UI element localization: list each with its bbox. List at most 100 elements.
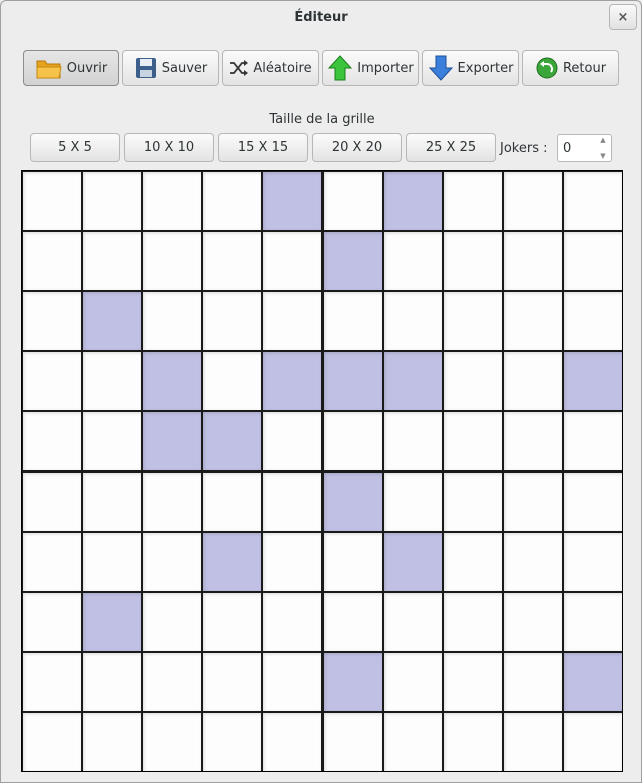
- grid-cell[interactable]: [203, 533, 261, 591]
- jokers-spinbutton[interactable]: 0 ▲ ▼: [557, 134, 612, 162]
- grid-cell[interactable]: [83, 292, 141, 350]
- grid-cell[interactable]: [203, 473, 261, 531]
- grid-cell[interactable]: [384, 533, 442, 591]
- grid-cell[interactable]: [384, 593, 442, 651]
- jokers-value[interactable]: 0: [563, 141, 571, 156]
- grid-cell[interactable]: [83, 172, 141, 230]
- grid-cell[interactable]: [143, 593, 201, 651]
- grid-cell[interactable]: [444, 473, 502, 531]
- grid-cell[interactable]: [203, 412, 261, 470]
- size-5x5-button[interactable]: 5 X 5: [30, 133, 120, 162]
- grid-cell[interactable]: [23, 473, 81, 531]
- grid-cell[interactable]: [263, 713, 321, 771]
- grid-cell[interactable]: [23, 172, 81, 230]
- save-button[interactable]: Sauver: [122, 50, 219, 86]
- export-button[interactable]: Exporter: [422, 50, 519, 86]
- grid-cell[interactable]: [504, 352, 562, 410]
- grid-cell[interactable]: [564, 533, 622, 591]
- grid-cell[interactable]: [143, 232, 201, 290]
- grid-cell[interactable]: [203, 292, 261, 350]
- grid-cell[interactable]: [83, 232, 141, 290]
- grid-cell[interactable]: [203, 352, 261, 410]
- grid-cell[interactable]: [444, 533, 502, 591]
- grid-cell[interactable]: [324, 473, 382, 531]
- grid-cell[interactable]: [324, 172, 382, 230]
- grid-cell[interactable]: [203, 232, 261, 290]
- grid-cell[interactable]: [23, 232, 81, 290]
- spin-down-icon[interactable]: ▼: [600, 152, 605, 160]
- grid-cell[interactable]: [564, 292, 622, 350]
- grid-cell[interactable]: [263, 533, 321, 591]
- grid-cell[interactable]: [263, 352, 321, 410]
- grid-cell[interactable]: [143, 653, 201, 711]
- grid-cell[interactable]: [324, 653, 382, 711]
- grid-cell[interactable]: [83, 533, 141, 591]
- grid-cell[interactable]: [384, 473, 442, 531]
- grid-cell[interactable]: [444, 412, 502, 470]
- grid-cell[interactable]: [143, 713, 201, 771]
- grid-cell[interactable]: [263, 473, 321, 531]
- close-button[interactable]: ×: [609, 4, 637, 30]
- grid-cell[interactable]: [564, 593, 622, 651]
- grid-cell[interactable]: [83, 593, 141, 651]
- size-20x20-button[interactable]: 20 X 20: [312, 133, 402, 162]
- grid-cell[interactable]: [504, 412, 562, 470]
- random-button[interactable]: Aléatoire: [222, 50, 319, 86]
- grid-cell[interactable]: [143, 412, 201, 470]
- grid-cell[interactable]: [504, 473, 562, 531]
- grid-cell[interactable]: [143, 473, 201, 531]
- grid-cell[interactable]: [504, 172, 562, 230]
- grid-cell[interactable]: [444, 292, 502, 350]
- grid-cell[interactable]: [203, 593, 261, 651]
- grid-cell[interactable]: [143, 172, 201, 230]
- grid-cell[interactable]: [324, 713, 382, 771]
- grid-cell[interactable]: [384, 412, 442, 470]
- grid-cell[interactable]: [504, 533, 562, 591]
- grid-cell[interactable]: [83, 653, 141, 711]
- grid-cell[interactable]: [263, 412, 321, 470]
- grid-cell[interactable]: [504, 593, 562, 651]
- grid-cell[interactable]: [444, 172, 502, 230]
- grid-cell[interactable]: [143, 352, 201, 410]
- grid-cell[interactable]: [23, 533, 81, 591]
- grid-cell[interactable]: [384, 292, 442, 350]
- grid-cell[interactable]: [564, 713, 622, 771]
- grid-cell[interactable]: [564, 473, 622, 531]
- grid-cell[interactable]: [203, 653, 261, 711]
- spin-up-icon[interactable]: ▲: [600, 136, 605, 144]
- grid-cell[interactable]: [564, 352, 622, 410]
- grid-cell[interactable]: [504, 713, 562, 771]
- grid-cell[interactable]: [263, 292, 321, 350]
- grid-cell[interactable]: [504, 232, 562, 290]
- import-button[interactable]: Importer: [322, 50, 419, 86]
- grid-cell[interactable]: [143, 533, 201, 591]
- grid-cell[interactable]: [504, 653, 562, 711]
- grid-cell[interactable]: [203, 713, 261, 771]
- grid-cell[interactable]: [83, 352, 141, 410]
- grid-cell[interactable]: [384, 352, 442, 410]
- grid-cell[interactable]: [564, 172, 622, 230]
- grid-cell[interactable]: [23, 653, 81, 711]
- size-10x10-button[interactable]: 10 X 10: [124, 133, 214, 162]
- back-button[interactable]: Retour: [522, 50, 619, 86]
- grid-cell[interactable]: [23, 352, 81, 410]
- grid-cell[interactable]: [564, 232, 622, 290]
- grid-cell[interactable]: [324, 593, 382, 651]
- grid-cell[interactable]: [444, 713, 502, 771]
- grid-cell[interactable]: [444, 352, 502, 410]
- grid-cell[interactable]: [384, 232, 442, 290]
- grid-cell[interactable]: [324, 533, 382, 591]
- grid-cell[interactable]: [23, 292, 81, 350]
- grid-cell[interactable]: [23, 412, 81, 470]
- grid-cell[interactable]: [324, 232, 382, 290]
- grid-cell[interactable]: [384, 172, 442, 230]
- grid-cell[interactable]: [564, 412, 622, 470]
- grid-cell[interactable]: [564, 653, 622, 711]
- grid-cell[interactable]: [504, 292, 562, 350]
- grid-cell[interactable]: [203, 172, 261, 230]
- grid-cell[interactable]: [263, 232, 321, 290]
- grid-cell[interactable]: [444, 593, 502, 651]
- grid-cell[interactable]: [384, 653, 442, 711]
- grid-cell[interactable]: [444, 653, 502, 711]
- grid-cell[interactable]: [324, 412, 382, 470]
